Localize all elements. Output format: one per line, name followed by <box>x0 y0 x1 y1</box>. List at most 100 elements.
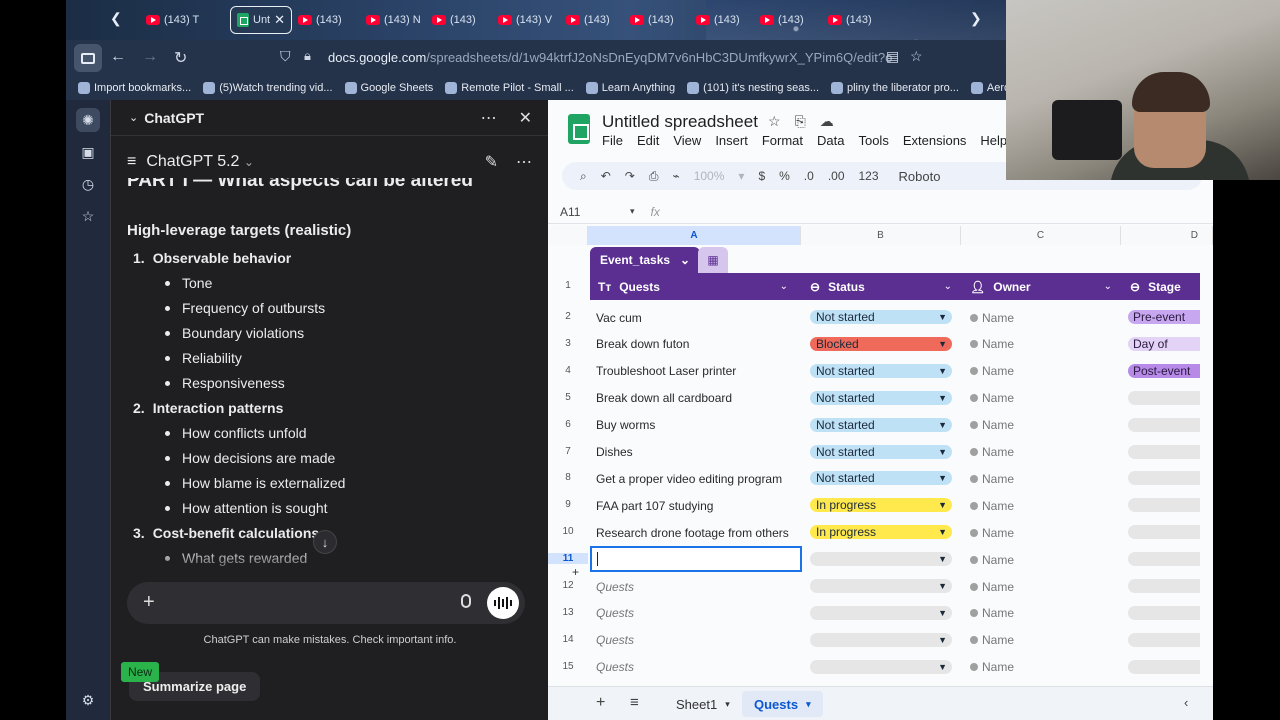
stage-chip[interactable] <box>1128 579 1200 593</box>
stage-chip[interactable]: Pre-event <box>1128 310 1200 324</box>
quest-cell[interactable]: Buy worms <box>596 412 655 439</box>
owner-cell[interactable]: Name <box>970 492 1014 519</box>
dropdown-arrow-icon[interactable]: ▼ <box>938 525 947 539</box>
name-box[interactable]: A11 <box>560 205 630 219</box>
status-chip[interactable]: Not started ▼ <box>810 310 952 324</box>
owner-cell[interactable]: Name <box>970 412 1014 439</box>
quest-cell[interactable]: Break down futon <box>596 331 689 358</box>
dropdown-arrow-icon[interactable]: ▼ <box>938 418 947 432</box>
header-status[interactable]: ⊖ Status ⌄ <box>810 273 960 300</box>
back-icon[interactable]: ← <box>110 48 126 66</box>
stage-chip[interactable] <box>1128 417 1200 432</box>
model-selector[interactable]: ChatGPT 5.2 ⌄ <box>146 153 254 171</box>
status-chip[interactable]: In progress ▼ <box>810 525 952 540</box>
dropdown-arrow-icon[interactable]: ▼ <box>938 579 947 593</box>
microphone-icon[interactable] <box>461 594 471 608</box>
menu-tools[interactable]: Tools <box>858 133 888 148</box>
header-owner[interactable]: 👤︎ Owner ⌄ <box>970 273 1120 300</box>
dropdown-arrow-icon[interactable]: ▼ <box>938 471 947 485</box>
row-number[interactable]: 11 <box>548 553 588 565</box>
owner-cell[interactable]: Name <box>970 600 1014 627</box>
owner-cell[interactable]: Name <box>970 573 1014 600</box>
chevron-down-icon[interactable]: ⌄ <box>129 111 138 124</box>
dropdown-arrow-icon[interactable]: ▼ <box>938 391 947 405</box>
quest-cell[interactable]: FAA part 107 studying <box>596 492 713 519</box>
add-row-icon[interactable]: + <box>572 565 579 579</box>
bookmark-item[interactable]: Google Sheets <box>344 82 433 94</box>
stage-chip[interactable] <box>1128 659 1200 674</box>
menu-view[interactable]: View <box>673 133 701 148</box>
sheets-logo-icon[interactable] <box>568 114 590 144</box>
message-composer[interactable]: + <box>127 582 525 624</box>
status-chip[interactable]: ▼ <box>810 632 952 647</box>
paint-format-icon[interactable]: ⌁ <box>672 169 679 183</box>
font-select[interactable]: Roboto <box>899 169 941 184</box>
row-number[interactable]: 8 <box>548 472 588 483</box>
row-number[interactable]: 10 <box>548 526 588 537</box>
bookmarks-icon[interactable]: ☆ <box>76 204 100 228</box>
attach-plus-icon[interactable]: + <box>143 591 155 614</box>
dropdown-arrow-icon[interactable]: ▼ <box>938 445 947 459</box>
chatgpt-icon[interactable]: ✺ <box>76 108 100 132</box>
quest-cell[interactable]: Quests <box>596 600 634 627</box>
browser-tab[interactable]: (143) T <box>146 8 199 32</box>
owner-cell[interactable]: Name <box>970 358 1014 385</box>
browser-tab[interactable]: (143) <box>298 8 342 32</box>
stage-chip[interactable] <box>1128 471 1200 486</box>
row-number[interactable]: 7 <box>548 446 588 457</box>
quest-cell[interactable]: Research drone footage from others <box>596 519 789 546</box>
bookmark-item[interactable]: (101) it's nesting seas... <box>687 82 819 94</box>
menu-format[interactable]: Format <box>762 133 803 148</box>
status-chip[interactable]: Not started ▼ <box>810 471 952 486</box>
dropdown-arrow-icon[interactable]: ▼ <box>938 498 947 512</box>
header-stage[interactable]: ⊖ Stage <box>1130 273 1200 300</box>
row-number[interactable]: 5 <box>548 392 588 403</box>
zoom-select[interactable]: 100% <box>694 169 725 183</box>
bookmark-item[interactable]: Remote Pilot - Small ... <box>445 82 574 94</box>
cloud-status-icon[interactable]: ☁ <box>820 113 834 130</box>
print-icon[interactable]: ⎙ <box>649 169 659 184</box>
dropdown-arrow-icon[interactable]: ▼ <box>938 552 947 566</box>
menu-extensions[interactable]: Extensions <box>903 133 967 148</box>
increase-decimal-button[interactable]: .00 <box>828 169 845 183</box>
active-cell-a11[interactable] <box>590 546 802 572</box>
search-icon[interactable]: ⌕ <box>580 169 587 184</box>
menu-edit[interactable]: Edit <box>637 133 659 148</box>
tab-scroll-right-icon[interactable]: ❯ <box>970 10 982 27</box>
owner-cell[interactable]: Name <box>970 439 1014 466</box>
dropdown-arrow-icon[interactable]: ▼ <box>938 364 947 378</box>
scroll-down-button[interactable]: ↓ <box>313 530 337 554</box>
stage-chip[interactable] <box>1128 390 1200 405</box>
status-chip[interactable]: In progress ▼ <box>810 498 952 513</box>
status-chip[interactable]: Not started ▼ <box>810 363 952 378</box>
browser-tab[interactable]: (143) <box>566 8 610 32</box>
chevron-down-icon[interactable]: ⌄ <box>780 281 788 292</box>
more-options-icon[interactable]: ⋯ <box>516 152 532 172</box>
chevron-left-icon[interactable]: ‹ <box>1184 695 1188 710</box>
percent-format-button[interactable]: % <box>779 169 790 183</box>
owner-cell[interactable]: Name <box>970 546 1014 573</box>
row-number[interactable]: 4 <box>548 365 588 376</box>
stage-chip[interactable]: Post-event <box>1128 363 1200 378</box>
shield-icon[interactable]: ⛉ <box>280 48 291 65</box>
column-header-b[interactable]: B <box>801 226 961 245</box>
bookmark-item[interactable]: Aeron <box>970 82 1006 94</box>
chevron-down-icon[interactable]: ⌄ <box>1104 281 1112 292</box>
column-header-d[interactable]: D <box>1121 226 1213 245</box>
currency-format-button[interactable]: $ <box>758 169 765 183</box>
decrease-decimal-button[interactable]: .0 <box>804 169 814 183</box>
browser-tab[interactable]: (143) <box>828 8 872 32</box>
chevron-down-icon[interactable]: ▾ <box>630 206 635 217</box>
status-chip[interactable]: Not started ▼ <box>810 417 952 432</box>
lock-icon[interactable]: 🔒︎ <box>304 48 311 64</box>
history-icon[interactable]: ◷ <box>76 172 100 196</box>
redo-icon[interactable]: ↷ <box>625 169 635 183</box>
dropdown-arrow-icon[interactable]: ▼ <box>938 633 947 647</box>
bookmark-item[interactable]: (5)Watch trending vid... <box>203 82 333 94</box>
stage-chip[interactable]: Day of <box>1128 336 1200 351</box>
status-chip[interactable]: ▼ <box>810 552 952 567</box>
tab-scroll-left-icon[interactable]: ❮ <box>110 10 122 27</box>
more-options-icon[interactable]: ⋯ <box>481 108 497 128</box>
owner-cell[interactable]: Name <box>970 654 1014 681</box>
status-chip[interactable]: ▼ <box>810 579 952 593</box>
